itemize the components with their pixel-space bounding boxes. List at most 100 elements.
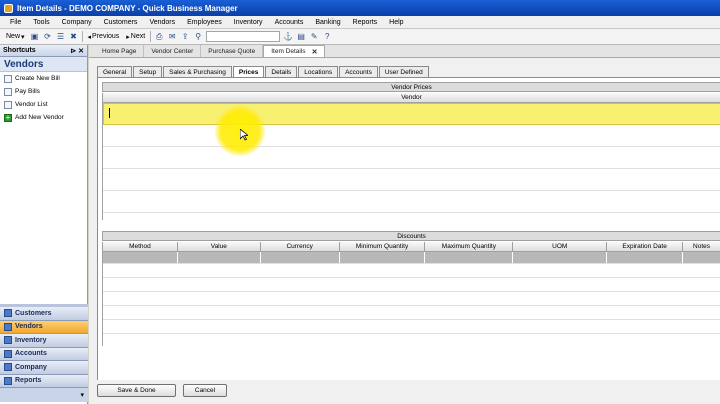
vendor-row-editing[interactable] [103,103,720,125]
column-header-expiration-date[interactable]: Expiration Date [607,242,684,251]
sidebar-item-vendor-list[interactable]: Vendor List [0,98,87,111]
table-row[interactable] [103,191,720,213]
sidebar-item-create-new-bill[interactable]: Create New Bill [0,72,87,85]
table-row[interactable] [103,252,720,264]
grid-cell[interactable] [260,252,340,263]
next-button[interactable]: ▸ Next [124,32,147,42]
nav-customers[interactable]: Customers [0,307,88,321]
next-label: Next [130,33,146,40]
nav-label: Reports [15,377,42,385]
menu-company[interactable]: Company [56,19,98,26]
prices-tab-body: Vendor Prices Vendor Discounts Method Va… [97,77,720,380]
new-button[interactable]: New ▾ [4,32,27,42]
tab-general[interactable]: General [97,66,133,77]
table-row[interactable] [103,306,720,320]
add-icon: + [4,112,12,122]
close-icon[interactable]: ✕ [312,48,318,56]
customers-icon [4,309,12,318]
tab-setup[interactable]: Setup [133,66,163,77]
tab-locations[interactable]: Locations [298,66,339,77]
column-header-minimum-quantity[interactable]: Minimum Quantity [340,242,426,251]
menu-employees[interactable]: Employees [181,19,228,26]
tab-details[interactable]: Details [265,66,298,77]
menu-inventory[interactable]: Inventory [228,19,269,26]
pin-close-icons[interactable]: ⊳ ✕ [70,47,84,55]
main-area: Home Page Vendor Center Purchase Quote I… [89,45,720,404]
table-row[interactable] [103,278,720,292]
tab-home-page[interactable]: Home Page [95,45,145,57]
tab-label: Setup [139,68,157,76]
separator [81,31,83,42]
menu-reports[interactable]: Reports [347,19,384,26]
column-header-method[interactable]: Method [103,242,178,251]
menu-tools[interactable]: Tools [27,19,55,26]
grid-cell[interactable] [683,252,720,263]
tab-label: Details [271,68,292,76]
menu-file[interactable]: File [4,19,27,26]
grid-cell[interactable] [607,252,684,263]
email-icon[interactable]: ✉ [167,32,177,42]
tab-user-defined[interactable]: User Defined [378,66,429,77]
export-icon[interactable]: ⇪ [180,32,190,42]
menu-banking[interactable]: Banking [309,19,346,26]
nav-inventory[interactable]: Inventory [0,334,88,348]
list-icon[interactable]: ☰ [56,32,66,42]
tab-prices[interactable]: Prices [232,66,265,77]
sidebar-item-add-new-vendor[interactable]: + Add New Vendor [0,111,87,124]
sidebar-item-pay-bills[interactable]: Pay Bills [0,85,87,98]
column-header-notes[interactable]: Notes [683,242,720,251]
save-icon[interactable]: ▣ [30,32,40,42]
tab-purchase-quote[interactable]: Purchase Quote [201,45,264,57]
tools-icon[interactable]: ✎ [309,32,319,42]
refresh-icon[interactable]: ⟳ [43,32,53,42]
save-done-button[interactable]: Save & Done [97,384,176,397]
chevron-down-icon: ▾ [80,392,84,399]
grid-cell[interactable] [339,252,426,263]
menu-vendors[interactable]: Vendors [143,19,181,26]
nav-accounts[interactable]: Accounts [0,347,88,361]
table-row[interactable] [103,169,720,191]
grid-cell[interactable] [513,252,608,263]
mouse-pointer-icon [240,129,248,141]
tab-item-details[interactable]: Item Details ✕ [263,45,326,57]
discounts-header: Discounts [102,231,720,241]
document-icon [4,87,12,96]
clipboard-icon[interactable]: ▤ [296,32,306,42]
column-header-vendor[interactable]: Vendor [103,93,720,102]
menu-help[interactable]: Help [383,19,409,26]
grid-cell[interactable] [103,252,178,263]
table-row[interactable] [103,147,720,169]
grid-cell[interactable] [425,252,514,263]
column-header-maximum-quantity[interactable]: Maximum Quantity [425,242,514,251]
tab-accounts[interactable]: Accounts [339,66,378,77]
column-header-uom[interactable]: UOM [513,242,608,251]
tab-vendor-center[interactable]: Vendor Center [144,45,202,57]
nav-label: Accounts [15,350,47,358]
print-icon[interactable]: ⎙ [154,32,164,42]
vendor-prices-header: Vendor Prices [102,82,720,92]
help-icon[interactable]: ? [322,32,332,42]
menu-customers[interactable]: Customers [98,19,144,26]
column-header-currency[interactable]: Currency [261,242,340,251]
table-row[interactable] [103,125,720,147]
nav-configure[interactable]: ▾ [0,388,88,402]
find-icon[interactable]: ⚲ [193,32,203,42]
attach-icon[interactable]: ⚓ [283,32,293,42]
nav-company[interactable]: Company [0,361,88,375]
column-header-value[interactable]: Value [178,242,261,251]
previous-button[interactable]: ◂ Previous [86,32,122,42]
nav-reports[interactable]: Reports [0,374,88,388]
cancel-button[interactable]: Cancel [183,384,227,397]
sidebar-item-label: Vendor List [15,101,48,108]
grid-cell[interactable] [177,252,261,263]
nav-vendors[interactable]: Vendors [0,320,88,334]
table-row[interactable] [103,320,720,334]
menu-accounts[interactable]: Accounts [269,19,310,26]
delete-icon[interactable]: ✖ [69,32,79,42]
table-row[interactable] [103,264,720,278]
table-row[interactable] [103,292,720,306]
document-tabs: Home Page Vendor Center Purchase Quote I… [89,45,720,58]
document-icon [4,100,12,109]
search-input[interactable] [206,31,281,42]
tab-sales-purchasing[interactable]: Sales & Purchasing [163,66,232,77]
